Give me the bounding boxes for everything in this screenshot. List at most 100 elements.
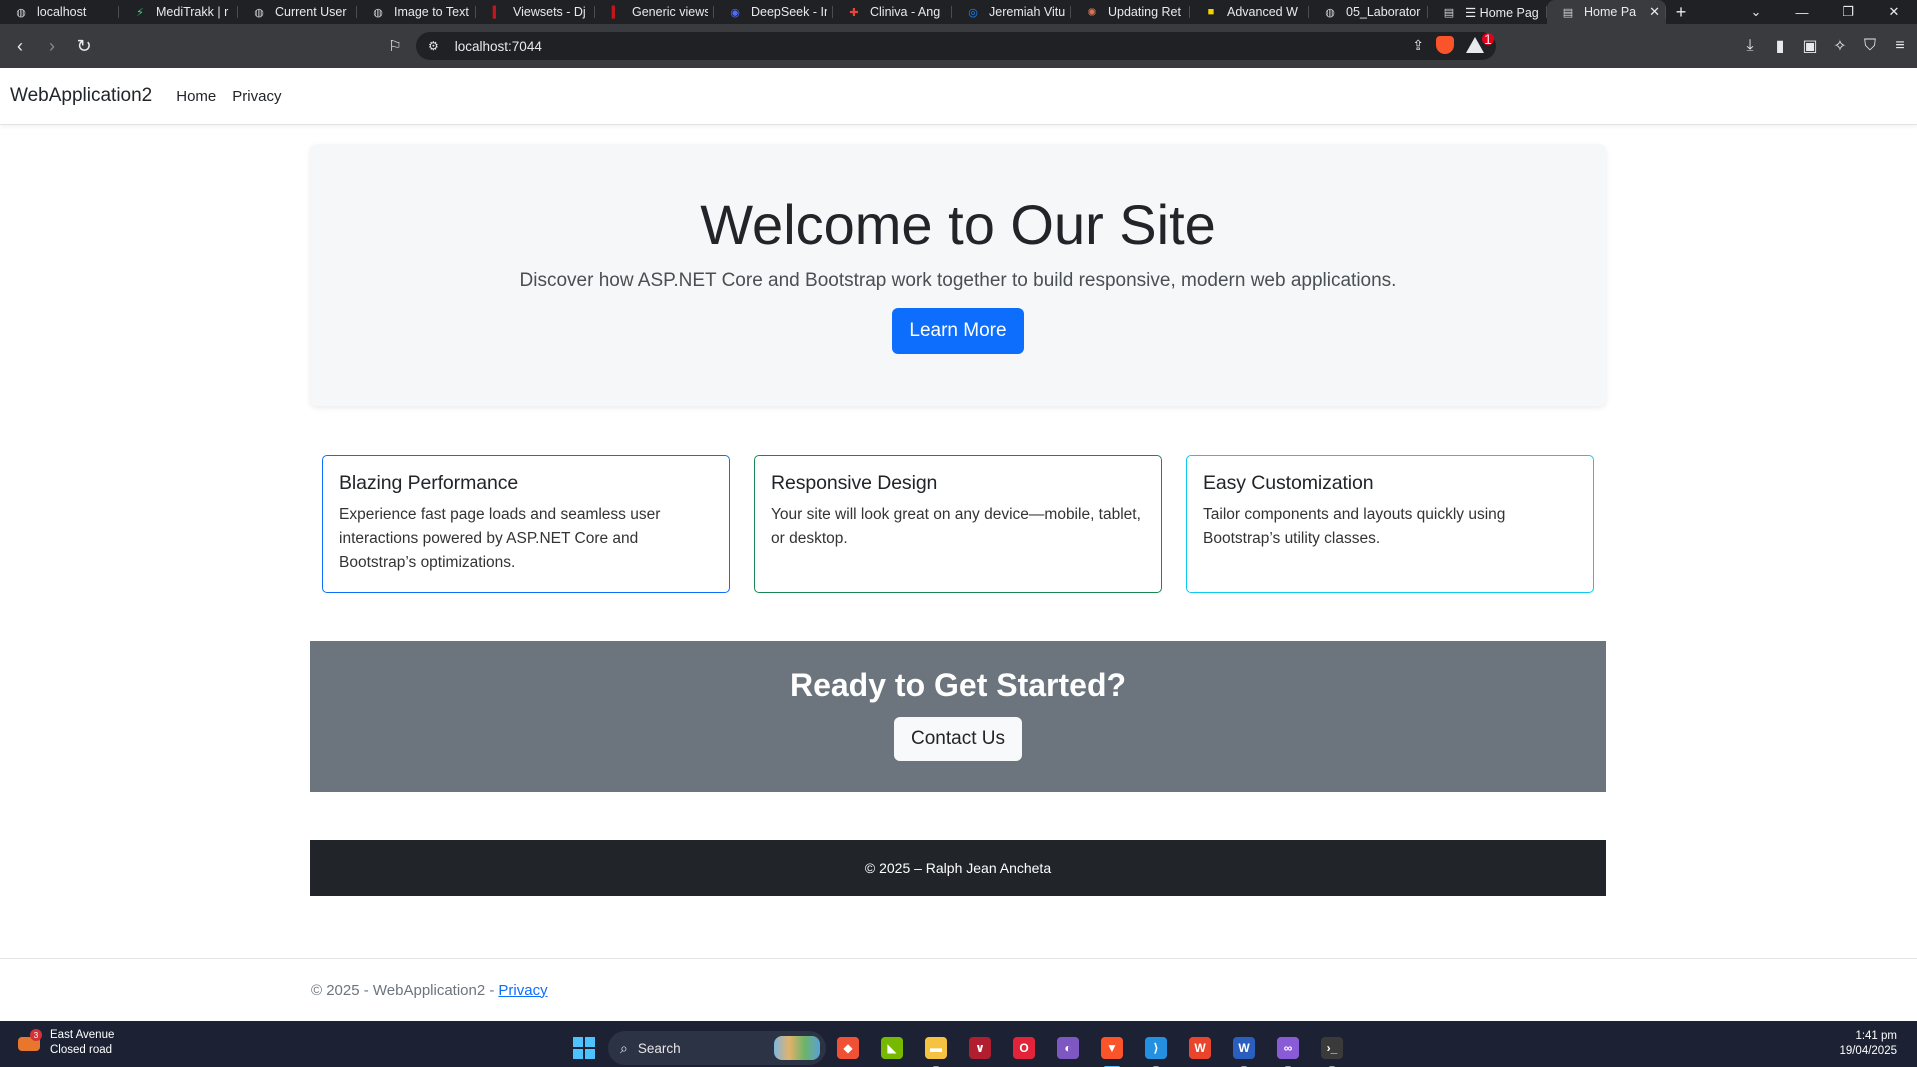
system-clock[interactable]: 1:41 pm 19/04/2025 xyxy=(1839,1029,1897,1059)
browser-tab[interactable]: ■ Advanced W xyxy=(1190,0,1309,24)
vpn-icon[interactable]: ⛉ xyxy=(1861,32,1879,60)
terminal-icon: ›_ xyxy=(1321,1037,1343,1059)
feature-card-title: Easy Customization xyxy=(1203,472,1374,494)
globe-icon: ◍ xyxy=(16,6,26,19)
navbar-brand[interactable]: WebApplication2 xyxy=(10,85,152,107)
cliniva-icon: ✚ xyxy=(849,6,859,19)
taskbar-app[interactable]: W xyxy=(1222,1026,1266,1067)
globe-icon: ◍ xyxy=(1325,6,1335,19)
git-icon: ◆ xyxy=(837,1037,859,1059)
nav-link-privacy[interactable]: Privacy xyxy=(232,88,281,105)
browser-tab-strip: ◍ localhost ⚡ MediTrakk | r ◍ Current User ◍ Im… xyxy=(0,0,1917,24)
brave-shields-icon[interactable] xyxy=(1436,36,1454,54)
taskbar-app[interactable]: ▬ xyxy=(914,1026,958,1067)
tab-title: DeepSeek - In xyxy=(751,5,827,19)
dark-footer-bar: © 2025 – Ralph Jean Ancheta xyxy=(310,840,1606,896)
browser-tab[interactable]: ◉ DeepSeek - In xyxy=(714,0,833,24)
wallet-icon[interactable]: ▣ xyxy=(1801,32,1819,60)
globe-icon: ◍ xyxy=(254,6,264,19)
back-button[interactable]: ‹ xyxy=(6,32,34,60)
reload-button[interactable]: ↻ xyxy=(70,32,98,60)
taskbar-app[interactable]: ∨ xyxy=(958,1026,1002,1067)
widget-title: East Avenue xyxy=(50,1029,115,1041)
close-tab-icon[interactable]: ✕ xyxy=(1649,4,1660,20)
meditrakk-icon: ⚡ xyxy=(136,6,144,19)
taskbar-app[interactable]: ◆ xyxy=(826,1026,870,1067)
cta-title: Ready to Get Started? xyxy=(789,667,1127,703)
vs-dev-icon: ∨ xyxy=(969,1037,991,1059)
tab-title: 05_Laborator xyxy=(1346,5,1421,19)
browser-tab[interactable]: ◍ Current User xyxy=(238,0,357,24)
start-button[interactable] xyxy=(566,1030,602,1066)
new-tab-button[interactable]: + xyxy=(1666,2,1696,23)
brave-icon: ▼ xyxy=(1101,1037,1123,1059)
browser-tab[interactable]: ▍ Viewsets - Dj xyxy=(476,0,595,24)
taskbar-app[interactable]: ⟩ xyxy=(1134,1026,1178,1067)
taskbar-search[interactable]: ⌕ Search xyxy=(608,1031,826,1065)
tab-title: Jeremiah Vitu xyxy=(989,5,1065,19)
browser-tab[interactable]: ✺ Updating Ret xyxy=(1071,0,1190,24)
brave-rewards-icon[interactable]: 1 xyxy=(1466,31,1494,53)
menu-icon[interactable]: ≡ xyxy=(1891,32,1909,60)
taskbar-app[interactable]: ◣ xyxy=(870,1026,914,1067)
restore-button[interactable]: ❐ xyxy=(1825,0,1871,24)
features-row: Blazing Performance Experience fast page… xyxy=(310,455,1606,593)
browser-tab[interactable]: ▍ Generic views xyxy=(595,0,714,24)
deepseek-icon: ◉ xyxy=(730,6,740,19)
cta-section: Ready to Get Started? Contact Us xyxy=(310,641,1606,792)
leo-ai-icon[interactable]: ✧ xyxy=(1831,32,1849,60)
browser-tab[interactable]: ◍ localhost xyxy=(0,0,119,24)
footer-text: © 2025 - WebApplication2 - xyxy=(311,981,495,999)
footer-privacy-link[interactable]: Privacy xyxy=(498,982,547,999)
taskbar-app[interactable]: W xyxy=(1178,1026,1222,1067)
browser-tab[interactable]: ⚡ MediTrakk | r xyxy=(119,0,238,24)
download-icon[interactable]: ⤓ xyxy=(1741,32,1759,60)
url-text[interactable]: localhost:7044 xyxy=(455,39,542,54)
browser-tab[interactable]: ◍ Image to Text xyxy=(357,0,476,24)
opera-icon: O xyxy=(1013,1037,1035,1059)
browser-tab[interactable]: ◍ 05_Laborator xyxy=(1309,0,1428,24)
browser-tab[interactable]: ✚ Cliniva - Ang xyxy=(833,0,952,24)
tab-search-icon[interactable]: ⌄ xyxy=(1733,0,1779,24)
contact-us-button[interactable]: Contact Us xyxy=(894,717,1022,761)
search-highlight-image xyxy=(774,1036,820,1060)
clock-date: 19/04/2025 xyxy=(1839,1045,1897,1057)
site-settings-icon[interactable]: ⚙ xyxy=(428,39,439,53)
taskbar-app[interactable]: ▼ xyxy=(1090,1026,1134,1067)
taskbar-app[interactable]: ∞ xyxy=(1266,1026,1310,1067)
learn-more-button[interactable]: Learn More xyxy=(892,307,1024,354)
feature-card-performance: Blazing Performance Experience fast page… xyxy=(322,455,730,593)
traffic-icon: 3 xyxy=(16,1029,42,1055)
close-window-button[interactable]: ✕ xyxy=(1871,0,1917,24)
dark-footer-text: © 2025 – Ralph Jean Ancheta xyxy=(864,860,1052,876)
site-navbar: WebApplication2 Home Privacy xyxy=(0,68,1917,125)
browser-tab[interactable]: ▤ Home Pa ✕ xyxy=(1547,0,1666,24)
forward-button[interactable]: › xyxy=(38,32,66,60)
taskbar-app[interactable]: ›_ xyxy=(1310,1026,1354,1067)
nvidia-icon: ◣ xyxy=(881,1037,903,1059)
nav-link-home[interactable]: Home xyxy=(176,88,216,105)
minimize-button[interactable]: — xyxy=(1779,0,1825,24)
widgets-button[interactable]: 3 East Avenue Closed road xyxy=(16,1028,114,1058)
taskbar-apps: ⌕ Search ◆ ◣ ▬ ∨ O ◐ ▼ ⟩ W W ∞ ›_ xyxy=(566,1026,1354,1067)
browser-tab[interactable]: ◎ Jeremiah Vitu xyxy=(952,0,1071,24)
browser-toolbar: ‹ › ↻ ⚐ ⚙ localhost:7044 ⇪ 1 ⤓ ▮ ▣ ✧ ⛉ ≡ xyxy=(0,24,1917,68)
feature-card-title: Blazing Performance xyxy=(339,472,519,494)
browser-tab[interactable]: ▤ ☰ Home Pag xyxy=(1428,0,1547,24)
feature-card-title: Responsive Design xyxy=(771,472,938,494)
sidebar-icon[interactable]: ▮ xyxy=(1771,32,1789,60)
django-icon: ▍ xyxy=(611,6,621,19)
feature-card-text: Your site will look great on any device—… xyxy=(771,506,1141,547)
tab-title: Home Pa xyxy=(1584,5,1637,19)
clock-time: 1:41 pm xyxy=(1855,1030,1897,1042)
taskbar-app[interactable]: ◐ xyxy=(1046,1026,1090,1067)
globe-icon: ◍ xyxy=(373,6,383,19)
taskbar-app[interactable]: O xyxy=(1002,1026,1046,1067)
address-bar[interactable]: ⚙ localhost:7044 ⇪ 1 xyxy=(416,31,1496,60)
windows-logo-icon xyxy=(573,1037,595,1059)
advanced-icon: ■ xyxy=(1207,6,1215,18)
widgets-badge: 3 xyxy=(30,1029,42,1041)
tab-title: MediTrakk | r xyxy=(156,5,229,19)
bookmark-icon[interactable]: ⚐ xyxy=(383,32,407,60)
share-icon[interactable]: ⇪ xyxy=(1412,37,1424,54)
